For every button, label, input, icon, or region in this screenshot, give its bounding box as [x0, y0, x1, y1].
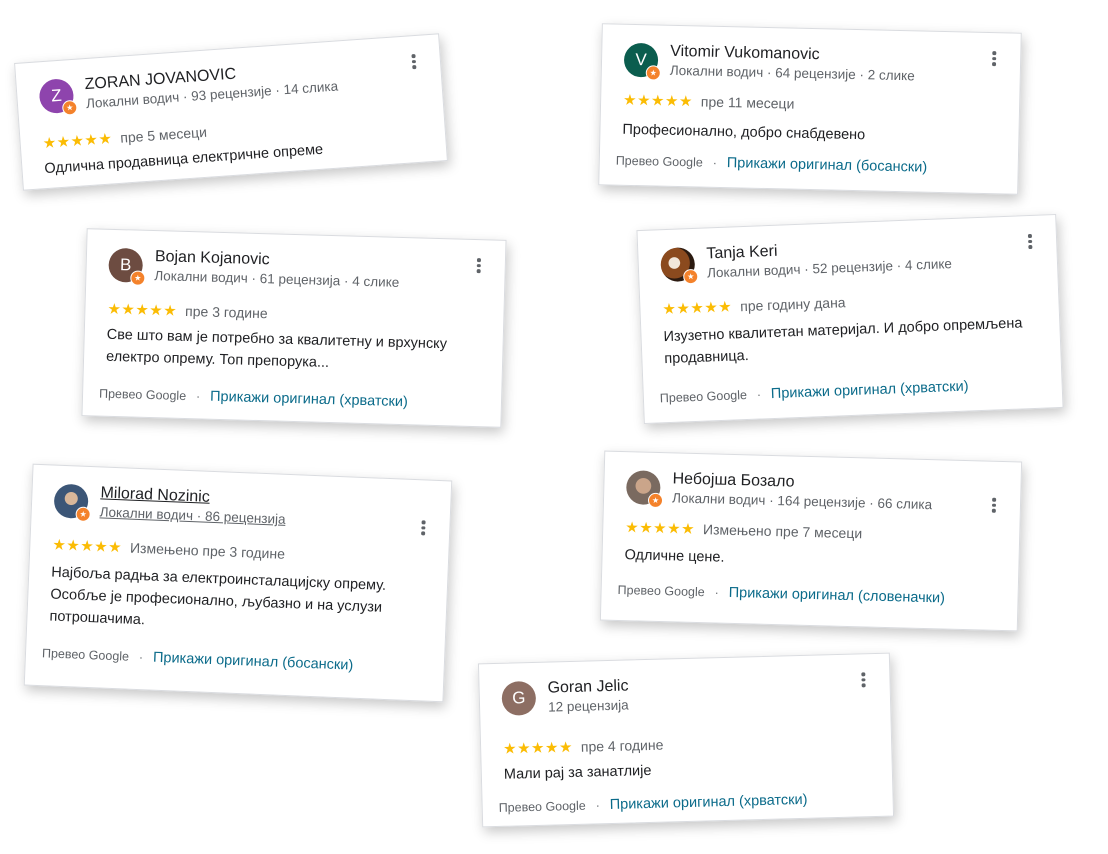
show-original-link[interactable]: Прикажи оригинал (босански)	[727, 155, 928, 176]
local-guide-badge-icon: ★	[682, 268, 699, 285]
review-date: пре 3 године	[184, 302, 268, 322]
translated-by-google: Превео Google	[659, 388, 748, 406]
avatar-initial: V	[635, 50, 647, 70]
separator-dot: ·	[756, 387, 762, 402]
avatar-initial: Z	[50, 85, 63, 106]
show-original-link[interactable]: Прикажи оригинал (словеначки)	[728, 585, 945, 607]
more-options-icon[interactable]	[992, 51, 996, 66]
review-date: пре 5 месеци	[119, 123, 208, 146]
local-guide-badge-icon: ★	[61, 99, 78, 116]
review-text: Све што вам је потребно за квалитетну и …	[105, 326, 448, 371]
avatar[interactable]: Z ★	[38, 77, 78, 116]
avatar[interactable]: B ★	[108, 247, 146, 286]
review-date: пре 11 месеци	[700, 93, 795, 112]
separator-dot: ·	[595, 798, 600, 813]
star-rating: ★★★★★	[502, 738, 574, 758]
translated-by-google: Превео Google	[617, 582, 705, 600]
review-text: Најбоља радња за електроинсталацијску оп…	[49, 564, 387, 629]
star-rating: ★★★★★	[42, 130, 113, 153]
avatar[interactable]: ★	[53, 483, 91, 523]
avatar-initial: G	[511, 688, 526, 708]
reviewer-name[interactable]: Goran Jelic	[547, 676, 628, 698]
star-rating: ★★★★★	[107, 300, 178, 320]
more-options-icon[interactable]	[476, 258, 481, 273]
star-rating: ★★★★★	[52, 536, 123, 557]
more-options-icon[interactable]	[411, 54, 416, 69]
separator-dot: ·	[138, 650, 144, 665]
translated-by-google: Превео Google	[615, 153, 703, 170]
review-card: ★ Tanja Keri Локални водич · 52 рецензиј…	[636, 214, 1064, 424]
review-date: пре годину дана	[739, 294, 846, 315]
show-original-link[interactable]: Прикажи оригинал (хрватски)	[210, 389, 408, 411]
local-guide-badge-icon: ★	[647, 492, 664, 509]
separator-dot: ·	[712, 155, 717, 170]
review-date: пре 4 године	[580, 736, 664, 755]
avatar[interactable]: G	[501, 680, 537, 716]
translated-by-google: Превео Google	[498, 798, 586, 815]
translated-by-google: Превео Google	[98, 386, 187, 404]
local-guide-badge-icon: ★	[645, 65, 661, 81]
review-date: Измењено пре 7 месеци	[702, 521, 863, 542]
reviewer-meta[interactable]: 12 рецензија	[548, 696, 629, 716]
more-options-icon[interactable]	[991, 497, 996, 513]
local-guide-badge-icon: ★	[130, 270, 146, 286]
show-original-link[interactable]: Прикажи оригинал (хрватски)	[610, 792, 808, 813]
review-card: Z ★ ZORAN JOVANOVIC Локални водич · 93 р…	[14, 33, 448, 191]
avatar-initial: B	[119, 255, 132, 275]
star-rating: ★★★★★	[662, 298, 733, 319]
review-text: Одличне цене.	[624, 547, 725, 566]
review-text: Мали рај за занатлије	[503, 762, 652, 783]
avatar[interactable]: ★	[660, 246, 699, 285]
local-guide-badge-icon: ★	[75, 506, 91, 523]
review-text: Изузетно квалитетан материјал. И добро о…	[663, 315, 1023, 368]
translated-by-google: Превео Google	[41, 646, 130, 664]
review-card: B ★ Bojan Kojanovic Локални водич · 61 р…	[81, 228, 507, 428]
review-date: Измењено пре 3 године	[129, 539, 286, 562]
more-options-icon[interactable]	[861, 672, 866, 687]
more-options-icon[interactable]	[421, 520, 426, 535]
avatar[interactable]: ★	[625, 470, 664, 509]
review-text: Професионално, добро снабдевено	[622, 121, 866, 144]
separator-dot: ·	[195, 389, 201, 404]
show-original-link[interactable]: Прикажи оригинал (босански)	[153, 650, 354, 674]
separator-dot: ·	[714, 585, 719, 600]
review-card: ★ Небојша Бозало Локални водич · 164 рец…	[599, 450, 1023, 632]
star-rating: ★★★★★	[625, 519, 696, 538]
show-original-link[interactable]: Прикажи оригинал (хрватски)	[771, 379, 969, 403]
review-card: V ★ Vitomir Vukomanovic Локални водич · …	[598, 23, 1022, 195]
star-rating: ★★★★★	[622, 91, 694, 111]
more-options-icon[interactable]	[1027, 233, 1033, 249]
review-card: G Goran Jelic 12 рецензија ★★★★★ пре 4 г…	[477, 652, 895, 828]
avatar[interactable]: V ★	[623, 42, 661, 81]
review-card: ★ Milorad Nozinic Локални водич · 86 рец…	[23, 463, 453, 703]
